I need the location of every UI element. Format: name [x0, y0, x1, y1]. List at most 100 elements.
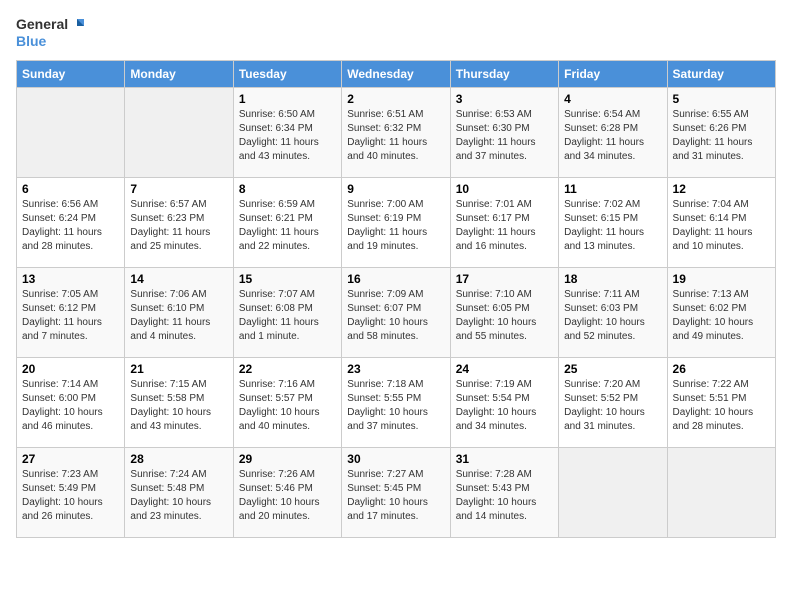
day-cell: 15 Sunrise: 7:07 AM Sunset: 6:08 PM Dayli…: [233, 268, 341, 358]
day-info: Sunrise: 7:24 AM Sunset: 5:48 PM Dayligh…: [130, 468, 227, 524]
day-header-sunday: Sunday: [17, 61, 125, 88]
day-cell: 2Sunrise: 6:51 AM Sunset: 6:32 PM Daylig…: [342, 88, 450, 178]
day-cell: 11Sunrise: 7:02 AM Sunset: 6:15 PM Dayli…: [559, 178, 667, 268]
day-cell: 12 Sunrise: 7:04 AM Sunset: 6:14 PM Dayli…: [667, 178, 775, 268]
day-number: 27: [22, 452, 119, 466]
day-cell: 10 Sunrise: 7:01 AM Sunset: 6:17 PM Dayli…: [450, 178, 558, 268]
day-number: 3: [456, 92, 553, 106]
day-info: Sunrise: 6:50 AM Sunset: 6:34 PM Dayligh…: [239, 108, 336, 164]
day-info: Sunrise: 6:53 AM Sunset: 6:30 PM Dayligh…: [456, 108, 553, 164]
day-number: 23: [347, 362, 444, 376]
day-cell: 27 Sunrise: 7:23 AM Sunset: 5:49 PM Dayli…: [17, 448, 125, 538]
day-number: 2: [347, 92, 444, 106]
day-header-thursday: Thursday: [450, 61, 558, 88]
calendar: SundayMondayTuesdayWednesdayThursdayFrid…: [16, 60, 776, 538]
day-cell: 6Sunrise: 6:56 AM Sunset: 6:24 PM Daylig…: [17, 178, 125, 268]
day-info: Sunrise: 6:57 AM Sunset: 6:23 PM Dayligh…: [130, 198, 227, 254]
header-row: SundayMondayTuesdayWednesdayThursdayFrid…: [17, 61, 776, 88]
day-number: 19: [673, 272, 770, 286]
day-cell: 5 Sunrise: 6:55 AM Sunset: 6:26 PM Daylig…: [667, 88, 775, 178]
day-number: 8: [239, 182, 336, 196]
day-number: 7: [130, 182, 227, 196]
day-number: 13: [22, 272, 119, 286]
day-info: Sunrise: 7:00 AM Sunset: 6:19 PM Dayligh…: [347, 198, 444, 254]
day-number: 12: [673, 182, 770, 196]
day-cell: 22 Sunrise: 7:16 AM Sunset: 5:57 PM Dayli…: [233, 358, 341, 448]
day-cell: 25 Sunrise: 7:20 AM Sunset: 5:52 PM Dayli…: [559, 358, 667, 448]
day-info: Sunrise: 6:55 AM Sunset: 6:26 PM Dayligh…: [673, 108, 770, 164]
day-cell: 1 Sunrise: 6:50 AM Sunset: 6:34 PM Daylig…: [233, 88, 341, 178]
day-cell: [559, 448, 667, 538]
week-row-1: 1 Sunrise: 6:50 AM Sunset: 6:34 PM Daylig…: [17, 88, 776, 178]
day-header-wednesday: Wednesday: [342, 61, 450, 88]
day-info: Sunrise: 7:19 AM Sunset: 5:54 PM Dayligh…: [456, 378, 553, 434]
day-number: 30: [347, 452, 444, 466]
day-info: Sunrise: 7:05 AM Sunset: 6:12 PM Dayligh…: [22, 288, 119, 344]
day-info: Sunrise: 7:18 AM Sunset: 5:55 PM Dayligh…: [347, 378, 444, 434]
day-number: 22: [239, 362, 336, 376]
day-number: 26: [673, 362, 770, 376]
day-info: Sunrise: 7:07 AM Sunset: 6:08 PM Dayligh…: [239, 288, 336, 344]
logo-flag-icon: [68, 17, 84, 33]
day-cell: 28 Sunrise: 7:24 AM Sunset: 5:48 PM Dayli…: [125, 448, 233, 538]
day-number: 14: [130, 272, 227, 286]
day-number: 25: [564, 362, 661, 376]
day-cell: 8 Sunrise: 6:59 AM Sunset: 6:21 PM Daylig…: [233, 178, 341, 268]
day-cell: 24 Sunrise: 7:19 AM Sunset: 5:54 PM Dayli…: [450, 358, 558, 448]
day-cell: 21 Sunrise: 7:15 AM Sunset: 5:58 PM Dayli…: [125, 358, 233, 448]
day-info: Sunrise: 7:01 AM Sunset: 6:17 PM Dayligh…: [456, 198, 553, 254]
day-cell: [17, 88, 125, 178]
day-info: Sunrise: 7:26 AM Sunset: 5:46 PM Dayligh…: [239, 468, 336, 524]
logo: General Blue: [16, 16, 84, 50]
week-row-5: 27 Sunrise: 7:23 AM Sunset: 5:49 PM Dayli…: [17, 448, 776, 538]
day-info: Sunrise: 7:27 AM Sunset: 5:45 PM Dayligh…: [347, 468, 444, 524]
day-number: 4: [564, 92, 661, 106]
day-info: Sunrise: 7:15 AM Sunset: 5:58 PM Dayligh…: [130, 378, 227, 434]
day-header-friday: Friday: [559, 61, 667, 88]
day-info: Sunrise: 7:02 AM Sunset: 6:15 PM Dayligh…: [564, 198, 661, 254]
day-number: 28: [130, 452, 227, 466]
day-number: 17: [456, 272, 553, 286]
header: General Blue: [16, 16, 776, 50]
day-number: 5: [673, 92, 770, 106]
day-cell: 19 Sunrise: 7:13 AM Sunset: 6:02 PM Dayli…: [667, 268, 775, 358]
day-info: Sunrise: 7:04 AM Sunset: 6:14 PM Dayligh…: [673, 198, 770, 254]
day-cell: 9 Sunrise: 7:00 AM Sunset: 6:19 PM Daylig…: [342, 178, 450, 268]
day-info: Sunrise: 7:22 AM Sunset: 5:51 PM Dayligh…: [673, 378, 770, 434]
day-cell: 4Sunrise: 6:54 AM Sunset: 6:28 PM Daylig…: [559, 88, 667, 178]
day-cell: 14Sunrise: 7:06 AM Sunset: 6:10 PM Dayli…: [125, 268, 233, 358]
day-number: 10: [456, 182, 553, 196]
day-number: 31: [456, 452, 553, 466]
day-info: Sunrise: 6:56 AM Sunset: 6:24 PM Dayligh…: [22, 198, 119, 254]
day-number: 29: [239, 452, 336, 466]
day-cell: 18Sunrise: 7:11 AM Sunset: 6:03 PM Dayli…: [559, 268, 667, 358]
day-number: 1: [239, 92, 336, 106]
day-info: Sunrise: 7:28 AM Sunset: 5:43 PM Dayligh…: [456, 468, 553, 524]
day-number: 21: [130, 362, 227, 376]
day-info: Sunrise: 7:16 AM Sunset: 5:57 PM Dayligh…: [239, 378, 336, 434]
day-info: Sunrise: 7:10 AM Sunset: 6:05 PM Dayligh…: [456, 288, 553, 344]
calendar-header: SundayMondayTuesdayWednesdayThursdayFrid…: [17, 61, 776, 88]
day-cell: 17 Sunrise: 7:10 AM Sunset: 6:05 PM Dayli…: [450, 268, 558, 358]
day-cell: 23 Sunrise: 7:18 AM Sunset: 5:55 PM Dayli…: [342, 358, 450, 448]
day-cell: 13 Sunrise: 7:05 AM Sunset: 6:12 PM Dayli…: [17, 268, 125, 358]
day-cell: [667, 448, 775, 538]
day-cell: 26 Sunrise: 7:22 AM Sunset: 5:51 PM Dayli…: [667, 358, 775, 448]
day-info: Sunrise: 7:20 AM Sunset: 5:52 PM Dayligh…: [564, 378, 661, 434]
day-number: 18: [564, 272, 661, 286]
day-number: 24: [456, 362, 553, 376]
logo-general: General: [16, 16, 68, 32]
logo-blue: Blue: [16, 33, 46, 49]
day-info: Sunrise: 7:23 AM Sunset: 5:49 PM Dayligh…: [22, 468, 119, 524]
day-info: Sunrise: 6:59 AM Sunset: 6:21 PM Dayligh…: [239, 198, 336, 254]
day-cell: 3 Sunrise: 6:53 AM Sunset: 6:30 PM Daylig…: [450, 88, 558, 178]
day-cell: 29 Sunrise: 7:26 AM Sunset: 5:46 PM Dayli…: [233, 448, 341, 538]
day-cell: 16Sunrise: 7:09 AM Sunset: 6:07 PM Dayli…: [342, 268, 450, 358]
day-header-saturday: Saturday: [667, 61, 775, 88]
day-number: 9: [347, 182, 444, 196]
day-cell: 30 Sunrise: 7:27 AM Sunset: 5:45 PM Dayli…: [342, 448, 450, 538]
week-row-3: 13 Sunrise: 7:05 AM Sunset: 6:12 PM Dayli…: [17, 268, 776, 358]
day-header-tuesday: Tuesday: [233, 61, 341, 88]
day-info: Sunrise: 7:13 AM Sunset: 6:02 PM Dayligh…: [673, 288, 770, 344]
day-number: 15: [239, 272, 336, 286]
